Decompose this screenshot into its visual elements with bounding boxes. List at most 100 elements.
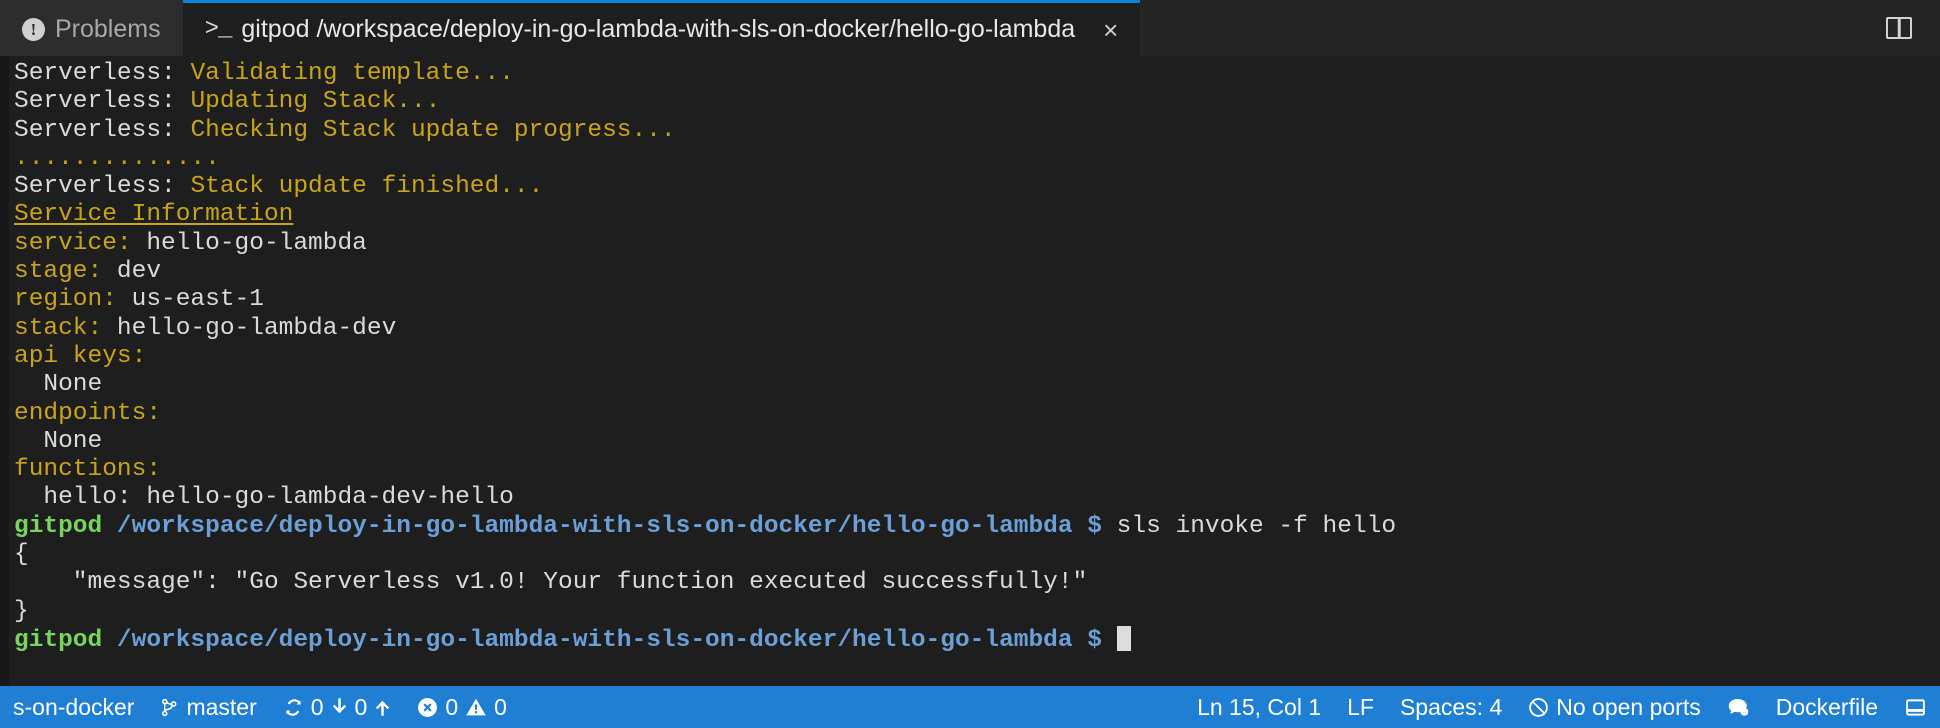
terminal-text-segment: gitpod — [14, 512, 103, 540]
terminal-text-segment: hello-go-lambda — [146, 229, 367, 257]
terminal-text-segment: Stack update finished... — [190, 173, 544, 201]
editor-eol-selector[interactable]: LF — [1334, 686, 1387, 728]
git-sync-status[interactable]: 0 0 — [270, 686, 405, 728]
remote-workspace-indicator[interactable]: s-on-docker — [0, 686, 147, 728]
terminal-line: Serverless: Updating Stack... — [14, 88, 1940, 116]
arrow-up-icon — [374, 697, 391, 717]
terminal-line: functions: — [14, 456, 1940, 484]
terminal-text-segment: stage: — [14, 258, 117, 286]
problems-status[interactable]: 0 0 — [404, 686, 520, 728]
terminal-line: stack: hello-go-lambda-dev — [14, 315, 1940, 343]
sync-outgoing-count: 0 — [354, 693, 368, 720]
close-icon[interactable]: × — [1103, 17, 1118, 43]
terminal-text-segment: None — [14, 427, 103, 455]
git-branch-status[interactable]: master — [147, 686, 269, 728]
editor-indentation-selector[interactable]: Spaces: 4 — [1387, 686, 1515, 728]
terminal-line: hello: hello-go-lambda-dev-hello — [14, 484, 1940, 512]
terminal-text-segment: Checking Stack update progress... — [190, 116, 676, 144]
remote-workspace-label: s-on-docker — [13, 693, 135, 720]
editor-cursor-position[interactable]: Ln 15, Col 1 — [1184, 686, 1334, 728]
terminal-line: Serverless: Stack update finished... — [14, 173, 1940, 201]
terminal-text-segment: service: — [14, 229, 147, 257]
terminal-line: None — [14, 428, 1940, 456]
terminal-line: "message": "Go Serverless v1.0! Your fun… — [14, 569, 1940, 597]
terminal-line: api keys: — [14, 343, 1940, 371]
terminal-left-gutter — [0, 56, 9, 686]
error-circle-icon: ! — [22, 18, 45, 41]
terminal-line: Serverless: Checking Stack update progre… — [14, 117, 1940, 145]
terminal-text-segment: Updating Stack... — [190, 88, 441, 116]
terminal-text-segment: region: — [14, 286, 132, 314]
terminal-line: gitpod /workspace/deploy-in-go-lambda-wi… — [14, 625, 1940, 655]
terminal-text-segment: hello: hello-go-lambda-dev-hello — [14, 484, 514, 512]
git-branch-label: master — [186, 693, 257, 720]
terminal-panel[interactable]: Serverless: Validating template... Server… — [0, 56, 1940, 686]
tab-terminal-label: gitpod /workspace/deploy-in-go-lambda-wi… — [241, 15, 1076, 43]
panel-tab-bar: ! Problems >_ gitpod /workspace/deploy-i… — [0, 0, 1940, 56]
terminal-text-segment: functions: — [14, 456, 162, 484]
terminal-text-segment: None — [14, 371, 103, 399]
tab-problems-label: Problems — [55, 15, 161, 43]
terminal-text-segment: Service Information — [14, 201, 294, 229]
tab-bar-filler — [1140, 0, 1886, 56]
terminal-text-segment: api keys: — [14, 342, 147, 370]
terminal-prompt-icon: >_ — [204, 16, 233, 43]
terminal-text-segment: { — [14, 541, 29, 569]
terminal-text-segment: "message": "Go Serverless v1.0! Your fun… — [14, 569, 1088, 597]
language-label: Dockerfile — [1775, 693, 1878, 720]
terminal-text-segment: sls invoke -f hello — [1101, 512, 1397, 540]
terminal-line: region: us-east-1 — [14, 286, 1940, 314]
eol-label: LF — [1347, 693, 1374, 720]
terminal-line: .............. — [14, 145, 1940, 173]
split-terminal-icon[interactable] — [1886, 17, 1912, 39]
terminal-text-segment: dev — [116, 258, 162, 286]
open-ports-status[interactable]: No open ports — [1515, 686, 1713, 728]
terminal-text-segment: $ — [1087, 512, 1102, 540]
feedback-smiley-icon — [1727, 697, 1750, 718]
terminal-text-segment: Serverless: — [14, 60, 191, 87]
arrow-down-icon — [331, 697, 348, 717]
open-ports-label: No open ports — [1556, 693, 1701, 720]
panel-layout-icon[interactable] — [1891, 686, 1940, 728]
terminal-text-segment: /workspace/deploy-in-go-lambda-with-sls-… — [116, 512, 1073, 540]
terminal-text-segment: } — [14, 597, 29, 625]
status-bar-left: s-on-docker master 0 0 0 0 — [0, 686, 520, 728]
terminal-text-segment: us-east-1 — [131, 286, 264, 314]
editor-language-selector[interactable]: Dockerfile — [1763, 686, 1891, 728]
tab-problems[interactable]: ! Problems — [0, 0, 183, 56]
sync-icon — [283, 697, 304, 718]
terminal-text-segment: stack: — [14, 314, 117, 342]
terminal-line: gitpod /workspace/deploy-in-go-lambda-wi… — [14, 513, 1940, 541]
status-bar: s-on-docker master 0 0 0 0 Ln 15, Col 1 … — [0, 686, 1940, 728]
vscode-window: ! Problems >_ gitpod /workspace/deploy-i… — [0, 0, 1940, 728]
panel-actions — [1886, 0, 1940, 56]
terminal-line: stage: dev — [14, 258, 1940, 286]
cursor-position-label: Ln 15, Col 1 — [1197, 693, 1322, 720]
sync-incoming-count: 0 — [310, 693, 324, 720]
terminal-text-segment: hello-go-lambda-dev — [116, 314, 397, 342]
error-icon — [417, 697, 438, 718]
terminal-line: None — [14, 371, 1940, 399]
no-ports-icon — [1528, 697, 1549, 718]
feedback-status[interactable] — [1714, 686, 1763, 728]
terminal-line: } — [14, 598, 1940, 626]
tab-terminal[interactable]: >_ gitpod /workspace/deploy-in-go-lambda… — [182, 0, 1141, 56]
terminal-text-segment: .............. — [14, 144, 220, 172]
terminal-line: endpoints: — [14, 400, 1940, 428]
status-bar-right: Ln 15, Col 1 LF Spaces: 4 No open ports — [1184, 686, 1940, 728]
terminal-text-segment: Serverless: — [14, 173, 191, 201]
terminal-cursor — [1116, 625, 1131, 651]
terminal-text-segment: endpoints: — [14, 399, 162, 427]
indentation-label: Spaces: 4 — [1399, 693, 1503, 720]
warning-icon — [465, 697, 487, 718]
terminal-line: Serverless: Validating template... — [14, 60, 1940, 88]
source-control-branch-icon — [160, 696, 179, 719]
warning-count: 0 — [494, 693, 507, 720]
terminal-output: Serverless: Validating template... Server… — [14, 60, 1940, 655]
terminal-text-segment: Serverless: — [14, 116, 191, 144]
terminal-text-segment: Serverless: — [14, 88, 191, 116]
